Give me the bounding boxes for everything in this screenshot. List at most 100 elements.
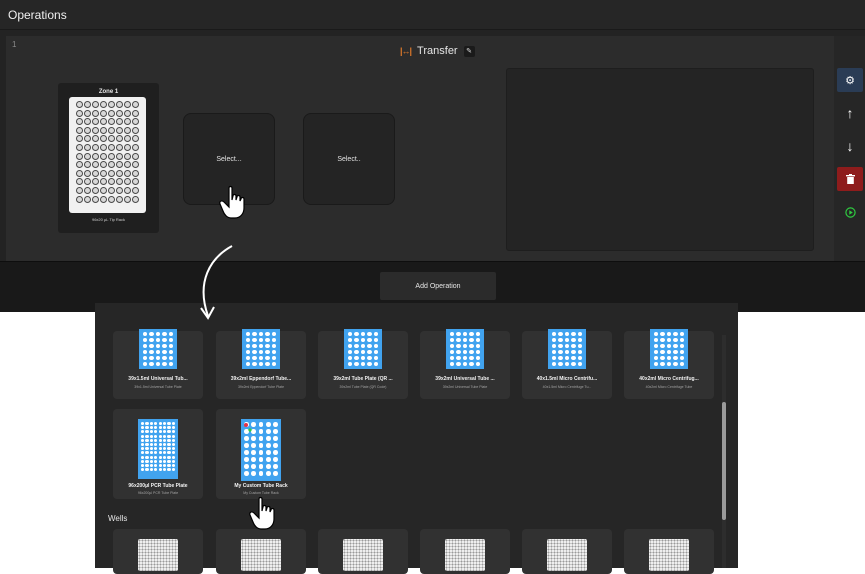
tip-well: [76, 126, 83, 134]
labware-card[interactable]: 39x2ml Eppendorf Tube... 39x2ml Eppendorf…: [216, 329, 306, 399]
tip-well: [100, 178, 107, 186]
well-plate-card[interactable]: [420, 529, 510, 574]
tip-well: [116, 161, 123, 169]
pcr-plate-image: [138, 419, 178, 479]
tip-well: [108, 186, 115, 194]
tip-well: [108, 101, 115, 108]
well-plate-card[interactable]: [216, 529, 306, 574]
add-operation-button[interactable]: Add Operation: [380, 272, 496, 300]
tip-well: [76, 118, 83, 126]
well-plate-image: [241, 539, 281, 571]
tip-well: [84, 178, 91, 186]
move-up-button[interactable]: ↑: [837, 101, 863, 125]
tip-well: [76, 178, 83, 186]
tip-well: [76, 135, 83, 143]
tip-well: [124, 169, 131, 177]
tip-well: [116, 152, 123, 160]
operation-name: Transfer: [417, 45, 458, 57]
custom-rack-image: [241, 419, 281, 481]
slot-label: Select...: [216, 155, 242, 163]
well-plate-card[interactable]: [624, 529, 714, 574]
tube-rack-image: [446, 329, 484, 369]
source-select-slot[interactable]: Select..: [303, 113, 395, 205]
tip-well: [100, 152, 107, 160]
tip-well: [116, 109, 123, 117]
tip-well: [100, 143, 107, 151]
well-plate-card[interactable]: [318, 529, 408, 574]
labware-subtitle: 39x1.5ml Universal Tube Plate: [134, 385, 182, 389]
well-plate-image: [649, 539, 689, 571]
labware-card-custom-rack[interactable]: My Custom Tube Rack My Custom Tube Rack: [216, 409, 306, 499]
tip-well: [116, 135, 123, 143]
tip-well: [92, 101, 99, 108]
run-button[interactable]: [837, 200, 863, 224]
tip-well: [108, 118, 115, 126]
app-title: Operations: [8, 8, 67, 22]
tip-well: [100, 101, 107, 108]
labware-name: 40x2ml Micro Centrifug...: [639, 376, 699, 382]
tube-rack-image: [139, 329, 177, 369]
pencil-icon[interactable]: ✎: [463, 45, 475, 57]
tip-well: [92, 118, 99, 126]
labware-card[interactable]: 39x1.5ml Universal Tub... 39x1.5ml Univer…: [113, 329, 203, 399]
play-icon: [844, 206, 856, 218]
well-plate-card[interactable]: [522, 529, 612, 574]
zone-card[interactable]: Zone 1 96x20 µL Tip Rack: [58, 83, 159, 233]
arrow-up-icon: ↑: [846, 105, 854, 121]
tip-well: [84, 126, 91, 134]
tip-well: [92, 169, 99, 177]
labware-subtitle: 40x2ml Micro Centrifuge Tube: [645, 385, 693, 389]
delete-button[interactable]: [837, 167, 863, 191]
tip-well: [92, 186, 99, 194]
tip-well: [84, 186, 91, 194]
destination-select-slot[interactable]: Select...: [183, 113, 275, 205]
tip-well: [132, 118, 139, 126]
preview-area: [506, 68, 814, 251]
arrow-down-icon: ↓: [846, 138, 854, 154]
tip-well: [92, 152, 99, 160]
tip-well: [108, 161, 115, 169]
operation-number: 1: [12, 40, 17, 49]
tube-rack-image: [344, 329, 382, 369]
settings-button[interactable]: ⚙: [837, 68, 863, 92]
tip-well: [100, 118, 107, 126]
labware-subtitle: 96x200µl PCR Tube Plate: [137, 491, 179, 495]
tip-well: [116, 186, 123, 194]
tip-well: [132, 135, 139, 143]
tip-well: [84, 135, 91, 143]
tip-well: [132, 143, 139, 151]
well-plate-card[interactable]: [113, 529, 203, 574]
labware-card-pcr-plate[interactable]: 96x200µl PCR Tube Plate 96x200µl PCR Tub…: [113, 409, 203, 499]
tip-well: [92, 195, 99, 203]
labware-card[interactable]: 40x1.5ml Micro Centrifu... 40x1.5ml Micro…: [522, 329, 612, 399]
tip-well: [108, 178, 115, 186]
tip-well: [100, 135, 107, 143]
tip-well: [84, 143, 91, 151]
tip-well: [84, 118, 91, 126]
tip-well: [76, 101, 83, 108]
slot-label: Select..: [337, 155, 361, 163]
zone-label: Zone 1: [98, 89, 119, 95]
labware-name: 96x200µl PCR Tube Plate: [128, 483, 188, 489]
tip-well: [92, 109, 99, 117]
labware-card[interactable]: 39x2ml Universal Tube ... 39x2ml Universa…: [420, 329, 510, 399]
tip-well: [108, 152, 115, 160]
tip-well: [100, 195, 107, 203]
tip-well: [116, 101, 123, 108]
well-plate-image: [343, 539, 383, 571]
tip-well: [100, 161, 107, 169]
move-down-button[interactable]: ↓: [837, 134, 863, 158]
rack-label: 96x20 µL Tip Rack: [91, 217, 126, 222]
gear-icon: ⚙: [845, 74, 855, 87]
labware-subtitle: 40x1.5ml Micro Centrifuge Tu...: [542, 385, 592, 389]
tip-well: [116, 118, 123, 126]
tip-well: [84, 169, 91, 177]
tip-well: [76, 109, 83, 117]
operation-header: |↔| Transfer ✎: [400, 44, 475, 58]
tip-well: [124, 186, 131, 194]
tube-rack-image: [650, 329, 688, 369]
labware-card[interactable]: 39x2ml Tube Plate (QR ... 39x2ml Tube Pla…: [318, 329, 408, 399]
tip-well: [124, 152, 131, 160]
scrollbar-thumb[interactable]: [722, 402, 726, 520]
labware-card[interactable]: 40x2ml Micro Centrifug... 40x2ml Micro Ce…: [624, 329, 714, 399]
